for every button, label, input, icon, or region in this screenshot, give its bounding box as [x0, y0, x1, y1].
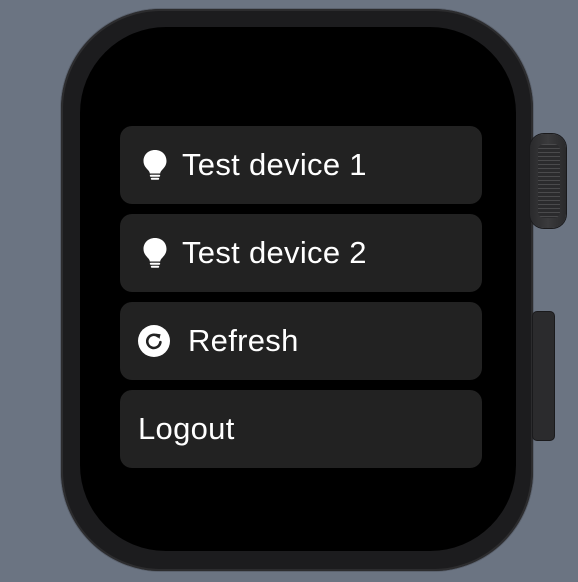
device-menu: Test device 1 Test device 2 Refresh Logo…: [120, 126, 482, 478]
lightbulb-icon: [138, 236, 172, 270]
side-button[interactable]: [533, 312, 554, 440]
device-item-test-device-2[interactable]: Test device 2: [120, 214, 482, 292]
refresh-button[interactable]: Refresh: [120, 302, 482, 380]
refresh-icon: [138, 325, 170, 357]
crown-ridges: [538, 144, 560, 218]
logout-label: Logout: [138, 411, 235, 446]
device-item-test-device-1[interactable]: Test device 1: [120, 126, 482, 204]
device-item-label: Test device 2: [182, 235, 367, 270]
refresh-label: Refresh: [188, 323, 299, 358]
lightbulb-icon: [138, 148, 172, 182]
logout-button[interactable]: Logout: [120, 390, 482, 468]
device-item-label: Test device 1: [182, 147, 367, 182]
digital-crown[interactable]: [530, 134, 566, 228]
